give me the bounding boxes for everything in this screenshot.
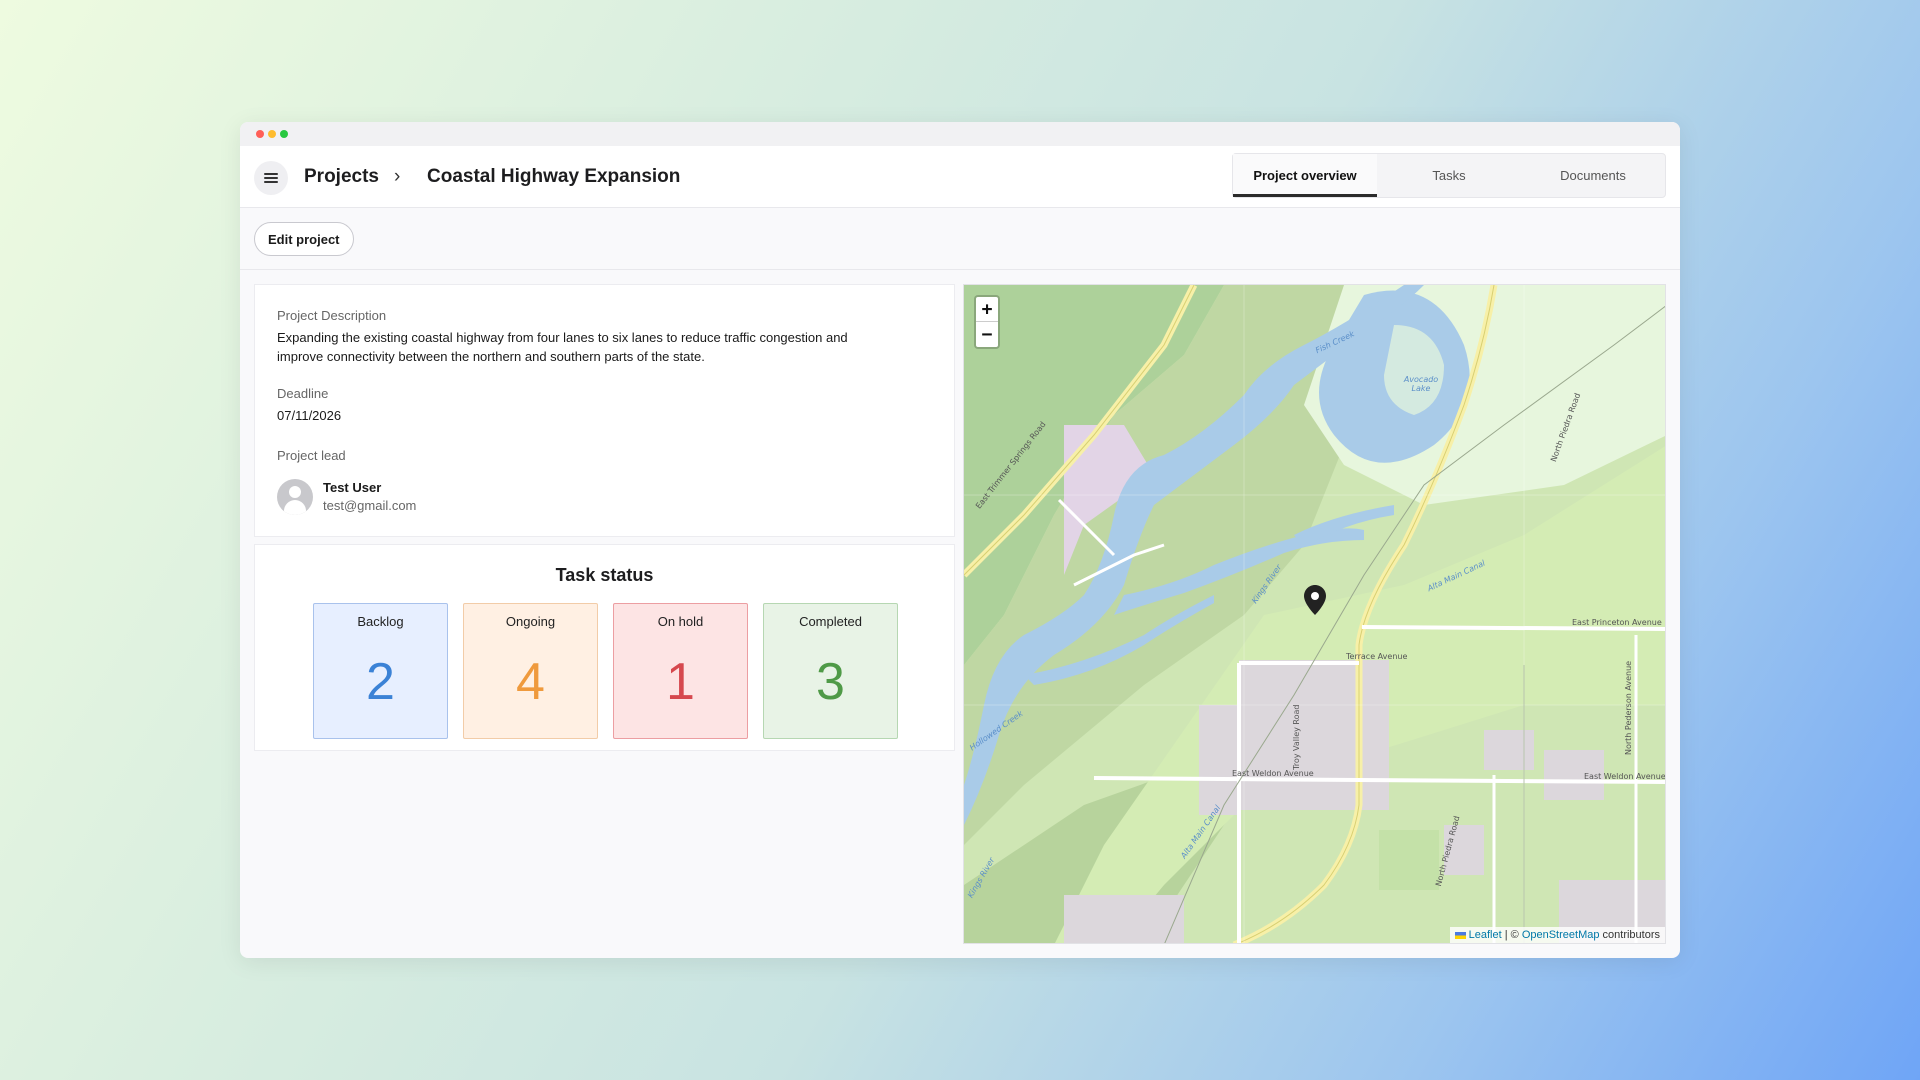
project-lead-label: Project lead bbox=[277, 448, 346, 463]
project-details-card: Project Description Expanding the existi… bbox=[254, 284, 955, 537]
window-minimize-dot[interactable] bbox=[268, 130, 276, 138]
tab-tasks[interactable]: Tasks bbox=[1377, 154, 1521, 197]
lead-name: Test User bbox=[323, 480, 382, 495]
page-title: Coastal Highway Expansion bbox=[427, 166, 681, 187]
map-attribution: Leaflet | © OpenStreetMap contributors bbox=[1449, 927, 1665, 943]
status-backlog[interactable]: Backlog 2 bbox=[313, 603, 448, 739]
status-on-hold[interactable]: On hold 1 bbox=[613, 603, 748, 739]
zoom-in-button[interactable]: + bbox=[976, 297, 998, 322]
lead-email: test@gmail.com bbox=[323, 498, 417, 513]
project-map[interactable]: East Trimmer Springs Road North Piedra R… bbox=[963, 284, 1666, 944]
map-label-road: North Pederson Avenue bbox=[1624, 660, 1633, 755]
status-ongoing-label: Ongoing bbox=[505, 614, 556, 629]
window-titlebar bbox=[240, 122, 1680, 146]
zoom-out-button[interactable]: − bbox=[976, 322, 998, 347]
status-completed[interactable]: Completed 3 bbox=[763, 603, 898, 739]
description-text: Expanding the existing coastal highway f… bbox=[277, 330, 848, 364]
map-label-road: Terrace Avenue bbox=[1346, 652, 1408, 661]
openstreetmap-link[interactable]: OpenStreetMap bbox=[1522, 929, 1600, 941]
map-label-road: East Weldon Avenue bbox=[1584, 772, 1666, 781]
deadline-value: 07/11/2026 bbox=[277, 408, 342, 423]
page-header: Projects › Coastal Highway Expansion Pro… bbox=[240, 146, 1680, 208]
tab-project-overview[interactable]: Project overview bbox=[1233, 154, 1377, 197]
window-close-dot[interactable] bbox=[256, 130, 264, 138]
description-label: Project Description bbox=[277, 308, 387, 323]
map-zoom-control: + − bbox=[974, 295, 1000, 349]
status-completed-label: Completed bbox=[799, 614, 862, 629]
breadcrumb-projects[interactable]: Projects bbox=[304, 166, 379, 188]
map-pin-icon[interactable] bbox=[1304, 585, 1326, 615]
window-maximize-dot[interactable] bbox=[280, 130, 288, 138]
status-backlog-label: Backlog bbox=[357, 614, 404, 629]
app-window: Projects › Coastal Highway Expansion Pro… bbox=[240, 122, 1680, 958]
ukraine-flag-icon bbox=[1454, 931, 1466, 939]
map-label-road: East Weldon Avenue bbox=[1232, 769, 1314, 778]
tab-documents[interactable]: Documents bbox=[1521, 154, 1665, 197]
attribution-tail: contributors bbox=[1599, 929, 1660, 941]
map-label-road: East Princeton Avenue bbox=[1572, 618, 1662, 627]
status-backlog-count: 2 bbox=[366, 653, 395, 711]
status-on-hold-count: 1 bbox=[666, 653, 695, 711]
task-status-card: Task status Backlog 2 Ongoing 4 On hold … bbox=[254, 544, 955, 751]
avatar bbox=[277, 479, 313, 515]
tab-bar: Project overview Tasks Documents bbox=[1232, 153, 1666, 198]
toolbar: Edit project bbox=[240, 208, 1680, 270]
chevron-right-icon: › bbox=[394, 166, 401, 187]
status-ongoing[interactable]: Ongoing 4 bbox=[463, 603, 598, 739]
menu-button[interactable] bbox=[254, 161, 288, 195]
map-label-water: Avocado Lake bbox=[1403, 375, 1439, 393]
deadline-label: Deadline bbox=[277, 386, 329, 401]
hamburger-icon bbox=[264, 173, 278, 183]
status-on-hold-label: On hold bbox=[657, 614, 704, 629]
status-completed-count: 3 bbox=[816, 653, 845, 711]
edit-project-button[interactable]: Edit project bbox=[254, 222, 354, 256]
leaflet-link[interactable]: Leaflet bbox=[1469, 929, 1502, 941]
attribution-separator: | © bbox=[1501, 929, 1522, 941]
status-ongoing-count: 4 bbox=[516, 653, 545, 711]
map-label-road: Troy Valley Road bbox=[1292, 704, 1301, 770]
task-status-title: Task status bbox=[555, 565, 654, 585]
